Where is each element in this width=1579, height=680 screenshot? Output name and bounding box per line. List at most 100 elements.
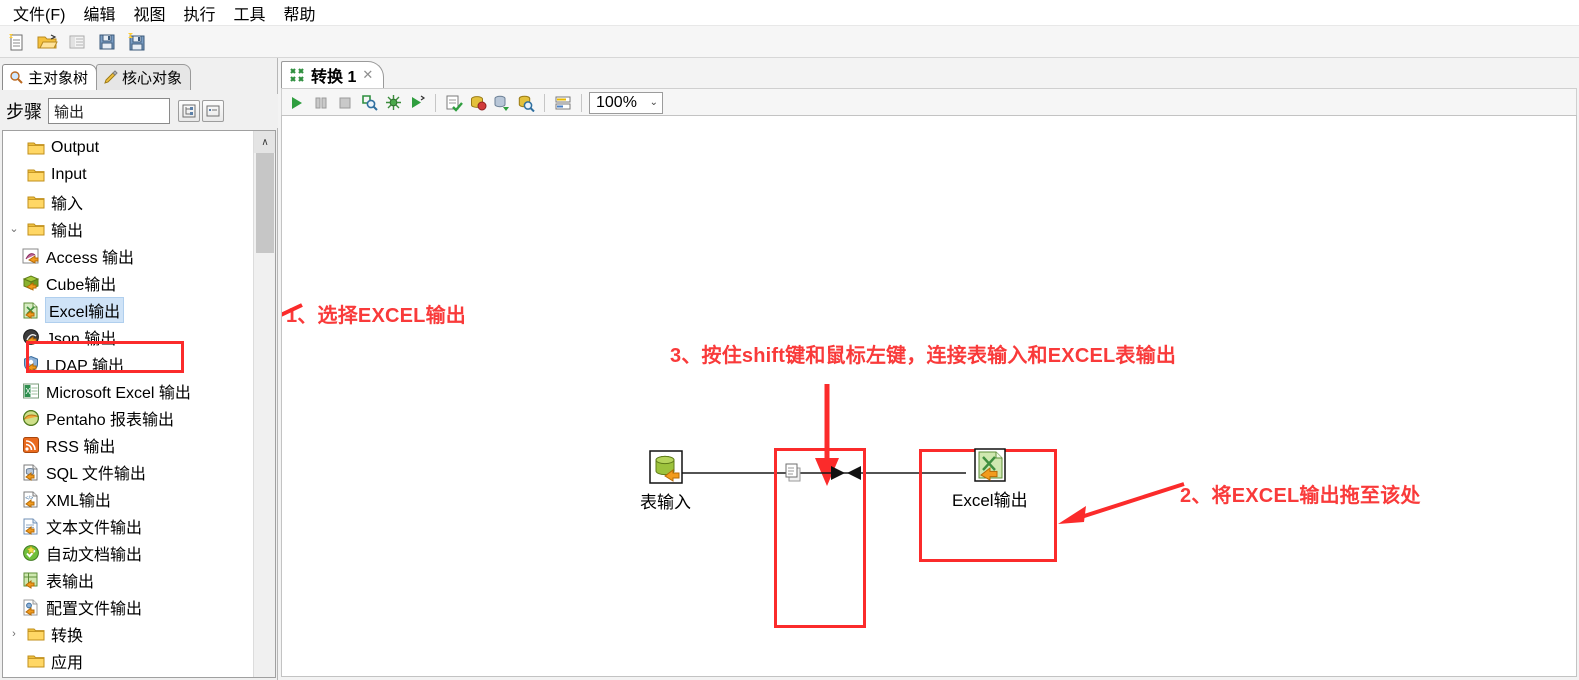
stop-button[interactable]	[334, 92, 356, 114]
tree-item-0[interactable]: Output	[3, 134, 253, 161]
step-table-input[interactable]: 表输入	[640, 449, 691, 513]
run-button[interactable]	[286, 92, 308, 114]
tree-item-12[interactable]: SQL 文件输出	[3, 458, 253, 485]
menu-help[interactable]: 帮助	[275, 0, 325, 27]
tree-item-14[interactable]: 文本文件输出	[3, 512, 253, 539]
text-file-output-icon	[21, 517, 41, 535]
tree-item-9[interactable]: X Microsoft Excel 输出	[3, 377, 253, 404]
menu-run[interactable]: 执行	[174, 0, 224, 27]
toolbar-separator-2	[544, 93, 545, 112]
search-input-value: 输出	[54, 103, 85, 121]
canvas-tabs: 转换 1 ✕	[281, 60, 385, 88]
tree-item-8[interactable]: LDAP 输出	[3, 350, 253, 377]
tree-item-15[interactable]: 自动文档输出	[3, 539, 253, 566]
sql-generate-button[interactable]	[491, 92, 513, 114]
tab-transformation-1-label: 转换 1	[311, 69, 357, 86]
toolbar-separator-3	[581, 93, 582, 112]
canvas-panel: 转换 1 ✕ 100% ⌄ 1、选择EXCEL输出 3、按住shift键和鼠标左…	[279, 58, 1579, 680]
tree-item-19[interactable]: 应用	[3, 647, 253, 674]
ms-excel-output-icon: X	[21, 382, 41, 400]
zoom-level-select[interactable]: 100% ⌄	[589, 91, 663, 114]
menu-file[interactable]: 文件(F)	[4, 0, 74, 27]
transformation-canvas[interactable]: 1、选择EXCEL输出 3、按住shift键和鼠标左键，连接表输入和EXCEL表…	[281, 115, 1577, 677]
tree-item-13[interactable]: </> XML输出	[3, 485, 253, 512]
database-explore-button[interactable]	[515, 92, 537, 114]
list-view-button[interactable]	[202, 100, 224, 122]
tree-item-label: 转换	[51, 627, 84, 645]
save-as-icon[interactable]	[124, 29, 150, 55]
xml-output-icon: </>	[21, 490, 41, 508]
ldap-output-icon	[21, 355, 41, 373]
menu-tools[interactable]: 工具	[224, 0, 274, 27]
view-toggle-group	[178, 100, 224, 122]
step-excel-output[interactable]: Excel输出	[952, 447, 1028, 511]
chevron-down-icon[interactable]: ⌄	[650, 97, 658, 108]
close-icon[interactable]: ✕	[362, 67, 373, 83]
pentaho-report-icon	[21, 409, 41, 427]
tree-item-3[interactable]: ⌄ 输出	[3, 215, 253, 242]
tab-main-object-tree-label: 主对象树	[28, 70, 89, 87]
tree-item-20[interactable]: 流程	[3, 674, 253, 677]
svg-text:X: X	[25, 387, 31, 396]
rss-output-icon	[21, 436, 41, 454]
menu-edit[interactable]: 编辑	[74, 0, 124, 27]
steps-tree[interactable]: Output Input 输入 ⌄ 输出 Access 输出 Cube输出 Excel输出 Js…	[2, 130, 276, 678]
menu-view[interactable]: 视图	[124, 0, 174, 27]
tree-item-10[interactable]: Pentaho 报表输出	[3, 404, 253, 431]
tree-item-6[interactable]: Excel输出	[3, 296, 253, 323]
tree-item-label: Input	[51, 165, 87, 183]
tree-item-label: 配置文件输出	[46, 600, 143, 618]
canvas-toolbar: 100% ⌄	[281, 88, 1577, 116]
tree-item-label: Json 输出	[46, 330, 117, 348]
explore-repository-icon[interactable]	[64, 29, 90, 55]
pause-button[interactable]	[310, 92, 332, 114]
main-toolbar	[0, 26, 1579, 58]
magnifier-icon	[9, 70, 24, 85]
new-file-icon[interactable]	[4, 29, 30, 55]
sql-file-output-icon	[21, 463, 41, 481]
preview-button[interactable]	[358, 92, 380, 114]
scroll-up-arrow-icon[interactable]: ∧	[254, 131, 275, 153]
tab-transformation-1[interactable]: 转换 1 ✕	[281, 61, 385, 88]
tree-item-1[interactable]: Input	[3, 161, 253, 188]
auto-doc-output-icon	[21, 544, 41, 562]
tree-vertical-scrollbar[interactable]: ∧	[253, 131, 275, 677]
database-input-icon	[648, 449, 684, 485]
tree-item-2[interactable]: 输入	[3, 188, 253, 215]
tab-main-object-tree[interactable]: 主对象树	[2, 64, 98, 90]
json-output-icon	[21, 328, 41, 346]
folder-icon	[26, 625, 46, 643]
tree-item-17[interactable]: 配置文件输出	[3, 593, 253, 620]
chevron-right-icon[interactable]: ›	[7, 628, 21, 640]
verify-button[interactable]	[443, 92, 465, 114]
pencil-icon	[103, 70, 118, 85]
folder-icon	[26, 193, 46, 211]
tree-item-label: 文本文件输出	[46, 519, 143, 537]
impact-analysis-button[interactable]	[467, 92, 489, 114]
tree-item-label: SQL 文件输出	[46, 465, 146, 483]
steps-search-row: 步骤 输出	[0, 94, 278, 128]
tree-item-16[interactable]: 表输出	[3, 566, 253, 593]
tree-item-4[interactable]: Access 输出	[3, 242, 253, 269]
replay-button[interactable]	[406, 92, 428, 114]
tree-item-5[interactable]: Cube输出	[3, 269, 253, 296]
chevron-down-icon[interactable]: ⌄	[7, 222, 21, 235]
show-log-button[interactable]	[552, 92, 574, 114]
tab-core-objects[interactable]: 核心对象	[96, 64, 192, 90]
tree-item-7[interactable]: Json 输出	[3, 323, 253, 350]
tree-item-label: 表输出	[46, 573, 95, 591]
tree-item-18[interactable]: › 转换	[3, 620, 253, 647]
folder-icon	[26, 652, 46, 670]
open-folder-icon[interactable]	[34, 29, 60, 55]
hop-connection[interactable]	[282, 116, 1577, 677]
tree-item-label: LDAP 输出	[46, 357, 124, 375]
hop-copy-icon	[784, 463, 804, 483]
tab-core-objects-label: 核心对象	[122, 70, 183, 87]
debug-button[interactable]	[382, 92, 404, 114]
folder-icon	[26, 220, 46, 238]
scroll-thumb[interactable]	[256, 153, 274, 253]
search-input[interactable]: 输出	[48, 98, 170, 124]
tree-item-11[interactable]: RSS 输出	[3, 431, 253, 458]
tree-view-button[interactable]	[178, 100, 200, 122]
save-icon[interactable]	[94, 29, 120, 55]
